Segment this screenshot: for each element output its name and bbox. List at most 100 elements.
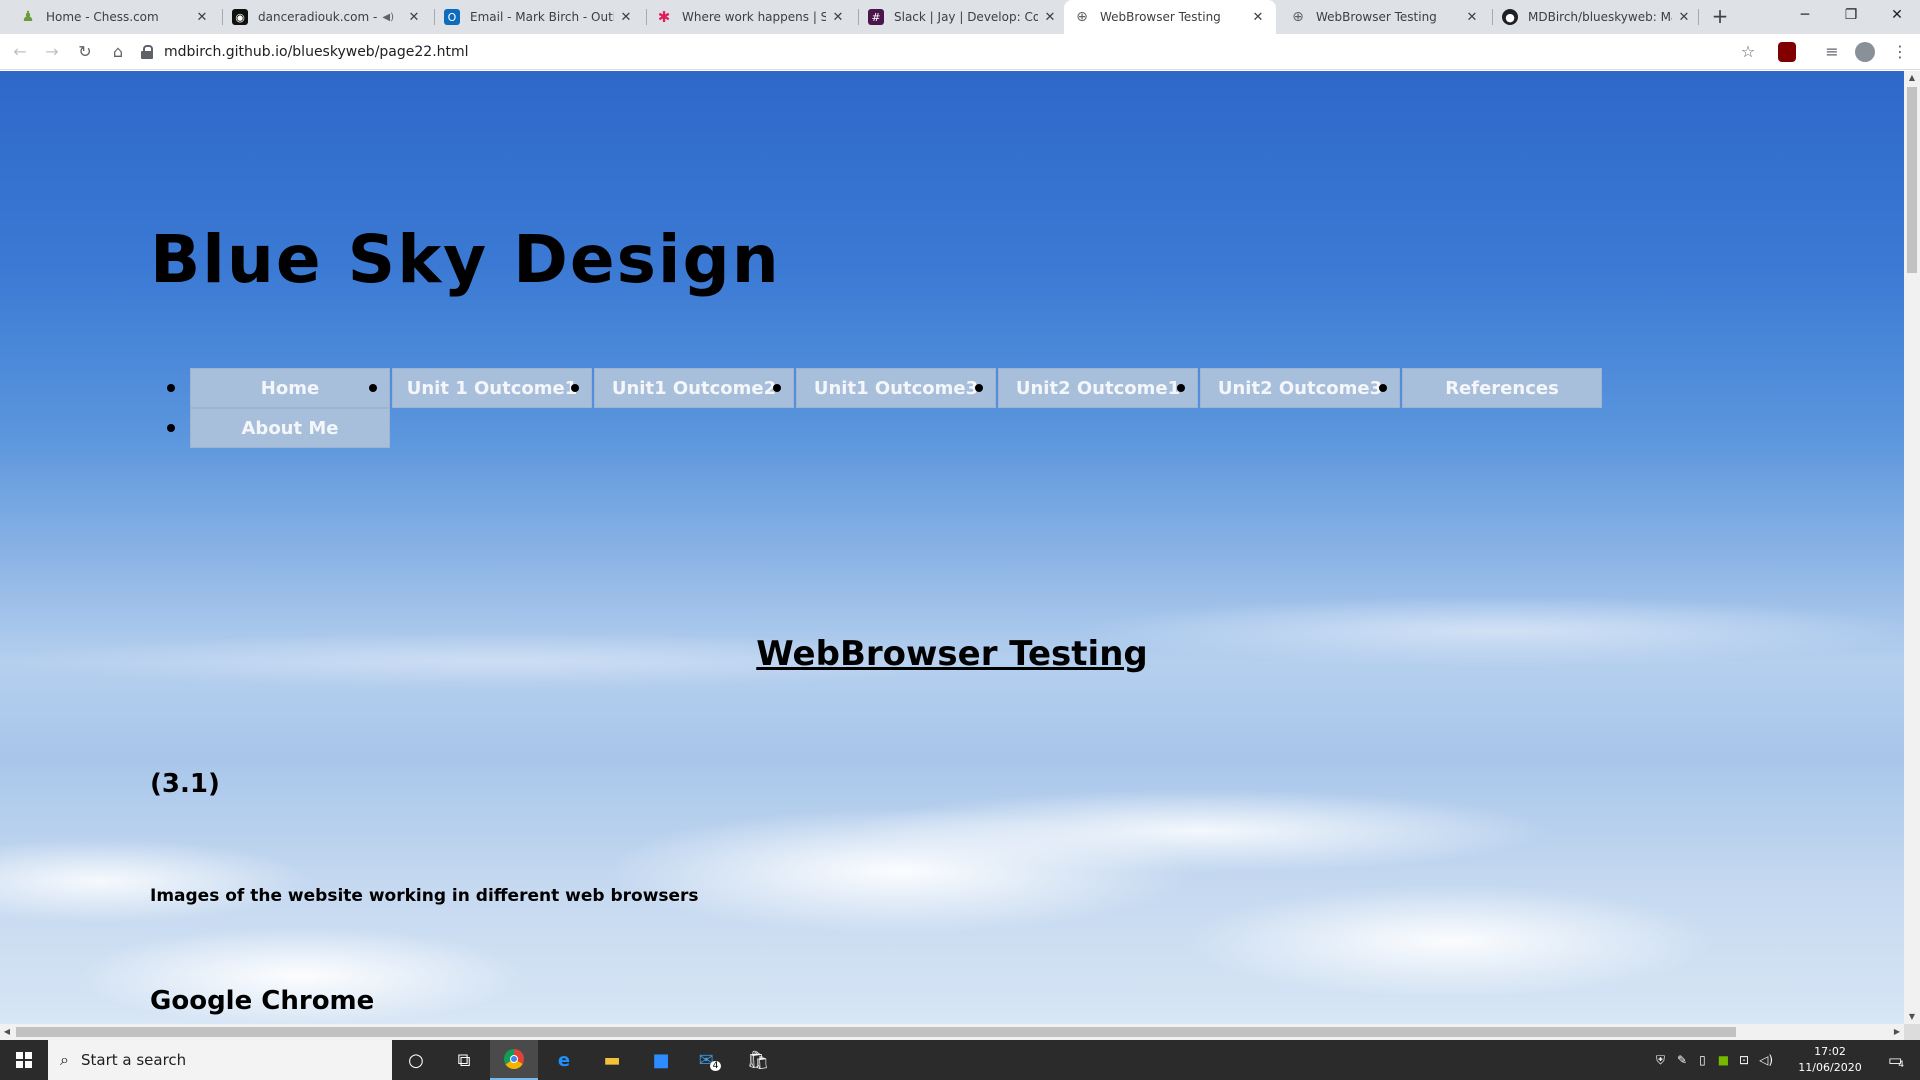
chrome-icon[interactable]	[490, 1040, 538, 1080]
reload-icon[interactable]: ↻	[73, 40, 97, 64]
network-icon[interactable]: ⊡	[1739, 1053, 1749, 1067]
page-viewport: Blue Sky Design Home Unit 1 Outcome1 Uni…	[0, 71, 1904, 1024]
page-heading-text: WebBrowser Testing	[756, 634, 1148, 674]
avatar[interactable]	[1855, 42, 1875, 62]
close-tab-icon[interactable]: ✕	[1042, 10, 1058, 25]
tab-danceradio[interactable]: ◉ danceradiouk.com - Da ◀) ✕	[222, 0, 432, 34]
close-tab-icon[interactable]: ✕	[1250, 10, 1266, 25]
nav-unit2-outcome3[interactable]: Unit2 Outcome3	[1200, 368, 1400, 408]
tab-slack-home[interactable]: ✱ Where work happens | Slack ✕	[646, 0, 856, 34]
star-bookmark-icon[interactable]: ☆	[1736, 40, 1760, 64]
address-bar[interactable]: mdbirch.github.io/blueskyweb/page22.html	[140, 38, 1780, 66]
section-number: (3.1)	[150, 769, 220, 799]
tab-github[interactable]: ● MDBirch/blueskyweb: Mark ✕	[1492, 0, 1702, 34]
media-queue-icon[interactable]: ≡	[1820, 40, 1844, 64]
tab-webbrowser-testing[interactable]: ⊕ WebBrowser Testing ✕	[1280, 0, 1490, 34]
scrollbar-corner	[1904, 1024, 1920, 1040]
pen-icon[interactable]: ✎	[1677, 1053, 1687, 1067]
mail-icon[interactable]: ✉ 4	[686, 1040, 734, 1080]
globe-icon: ⊕	[1076, 9, 1088, 25]
tab-title: Email - Mark Birch - Outlook	[470, 10, 614, 24]
clock[interactable]: 17:02 11/06/2020	[1790, 1044, 1870, 1076]
close-tab-icon[interactable]: ✕	[1676, 10, 1692, 25]
browser-toolbar: ← → ↻ ⌂ mdbirch.github.io/blueskyweb/pag…	[0, 34, 1920, 70]
volume-icon[interactable]: ◁)	[1759, 1053, 1773, 1067]
nav-about-me[interactable]: About Me	[190, 408, 390, 448]
list-bullet	[1177, 384, 1185, 392]
tab-webbrowser-testing-active[interactable]: ⊕ WebBrowser Testing ✕	[1064, 0, 1276, 34]
list-bullet	[773, 384, 781, 392]
globe-icon: ⊕	[1292, 9, 1304, 25]
search-icon: ⌕	[60, 1050, 69, 1069]
task-view-icon[interactable]: ⧉	[440, 1040, 488, 1080]
sub-heading: Google Chrome	[150, 986, 375, 1016]
close-tab-icon[interactable]: ✕	[830, 10, 846, 25]
search-placeholder: Start a search	[80, 1051, 187, 1069]
forward-arrow-icon[interactable]: →	[40, 40, 64, 64]
tab-title: Home - Chess.com	[46, 10, 159, 24]
tab-strip: ♟ Home - Chess.com ✕ ◉ danceradiouk.com …	[0, 0, 1920, 34]
nav-unit1-outcome2[interactable]: Unit1 Outcome2	[594, 368, 794, 408]
url-text[interactable]: mdbirch.github.io/blueskyweb/page22.html	[164, 44, 469, 60]
tab-title: WebBrowser Testing	[1100, 10, 1221, 24]
minimize-icon[interactable]: ─	[1782, 0, 1828, 34]
cortana-icon[interactable]: ○	[392, 1040, 440, 1080]
restore-icon[interactable]: ❐	[1828, 0, 1874, 34]
nav-unit2-outcome1[interactable]: Unit2 Outcome1	[998, 368, 1198, 408]
edge-icon[interactable]: e	[540, 1040, 588, 1080]
close-tab-icon[interactable]: ✕	[406, 10, 422, 25]
tab-slack-jay[interactable]: # Slack | Jay | Develop: Coding ✕	[858, 0, 1068, 34]
clock-date: 11/06/2020	[1798, 1061, 1862, 1074]
close-tab-icon[interactable]: ✕	[618, 10, 634, 25]
lock-icon[interactable]	[140, 45, 154, 59]
close-tab-icon[interactable]: ✕	[1464, 10, 1480, 25]
menu-dots-icon[interactable]: ⋮	[1888, 40, 1912, 64]
nav-home[interactable]: Home	[190, 368, 390, 408]
slack-icon: #	[868, 9, 884, 25]
scroll-left-icon[interactable]: ◀	[0, 1024, 14, 1040]
home-icon[interactable]: ⌂	[106, 40, 130, 64]
close-window-icon[interactable]: ✕	[1874, 0, 1920, 34]
notification-center-icon[interactable]: ▭ 4	[1872, 1040, 1920, 1080]
tab-title: danceradiouk.com - Da	[258, 10, 382, 24]
list-bullet	[369, 384, 377, 392]
file-explorer-icon[interactable]: ▬	[588, 1040, 636, 1080]
scrollbar-thumb[interactable]	[16, 1027, 1736, 1037]
tab-outlook[interactable]: O Email - Mark Birch - Outlook ✕	[434, 0, 644, 34]
nav-unit1-outcome1[interactable]: Unit 1 Outcome1	[392, 368, 592, 408]
close-tab-icon[interactable]: ✕	[194, 10, 210, 25]
list-bullet	[571, 384, 579, 392]
start-button[interactable]	[0, 1040, 48, 1080]
nav-unit1-outcome3[interactable]: Unit1 Outcome3	[796, 368, 996, 408]
scroll-up-icon[interactable]: ▲	[1904, 71, 1920, 85]
tab-chess[interactable]: ♟ Home - Chess.com ✕	[10, 0, 220, 34]
new-tab-button[interactable]: +	[1708, 0, 1732, 34]
taskbar-search[interactable]: ⌕ Start a search	[48, 1040, 392, 1080]
tab-separator	[1698, 9, 1699, 25]
tab-title: WebBrowser Testing	[1316, 10, 1437, 24]
device-icon[interactable]: ▯	[1699, 1053, 1706, 1067]
list-bullet	[975, 384, 983, 392]
speaker-icon[interactable]: ◀)	[382, 12, 394, 23]
vertical-scrollbar[interactable]: ▲ ▼	[1904, 71, 1920, 1024]
horizontal-scrollbar[interactable]: ◀ ▶	[0, 1024, 1904, 1040]
description-text: Images of the website working in differe…	[150, 886, 699, 906]
list-bullet	[167, 424, 175, 432]
nav-references[interactable]: References	[1402, 368, 1602, 408]
scroll-down-icon[interactable]: ▼	[1904, 1010, 1920, 1024]
back-arrow-icon[interactable]: ←	[8, 40, 32, 64]
security-icon[interactable]: ⛨	[1656, 1053, 1665, 1068]
clock-time: 17:02	[1814, 1045, 1846, 1058]
zoom-icon[interactable]: ■	[637, 1040, 685, 1080]
mail-badge: 4	[709, 1061, 722, 1071]
ublock-shield-icon[interactable]	[1778, 42, 1796, 62]
nvidia-icon[interactable]: ■	[1718, 1053, 1729, 1067]
list-bullet	[167, 384, 175, 392]
system-tray: ⛨ ✎ ▯ ■ ⊡ ◁)	[1656, 1040, 1783, 1080]
tab-title: Slack | Jay | Develop: Coding	[894, 10, 1038, 24]
store-icon[interactable]: 🛍	[734, 1040, 782, 1080]
scrollbar-thumb[interactable]	[1907, 87, 1917, 273]
tab-title: Where work happens | Slack	[682, 10, 826, 24]
radio-icon: ◉	[232, 9, 248, 25]
scroll-right-icon[interactable]: ▶	[1890, 1024, 1904, 1040]
